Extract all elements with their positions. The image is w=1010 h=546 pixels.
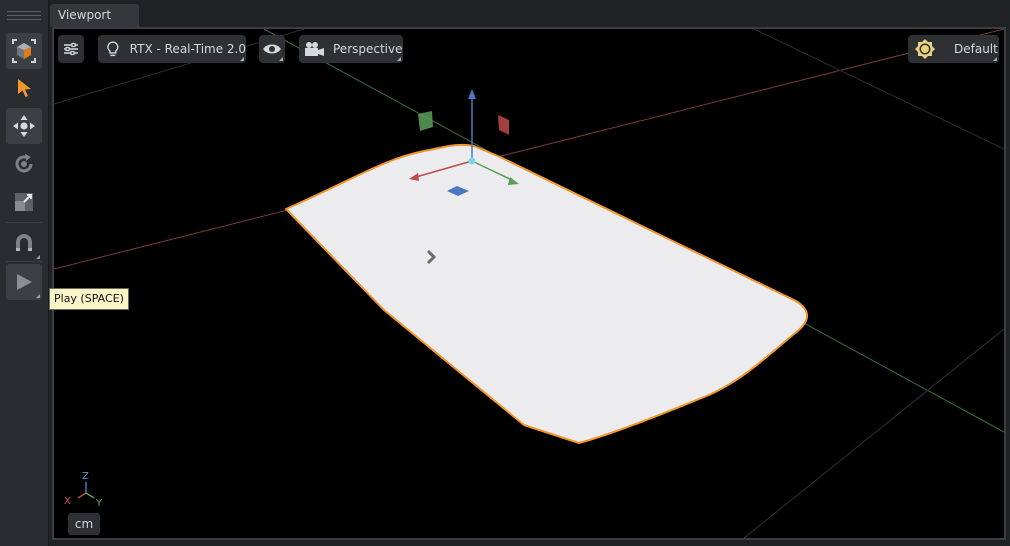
camera-label: Perspective: [333, 42, 403, 56]
tab-bar: Viewport: [49, 0, 1010, 27]
axis-indicator-lines: [77, 482, 95, 499]
move-arrows-icon: [13, 115, 35, 137]
toolbar-separator: [6, 261, 42, 262]
toolbar-separator: [6, 222, 42, 223]
scale-tool-button[interactable]: [6, 184, 42, 220]
dropdown-indicator: [279, 57, 283, 61]
toolbar-grip[interactable]: [7, 19, 41, 20]
rotate-tool-button[interactable]: [6, 146, 42, 182]
camera-icon: [305, 42, 324, 56]
renderer-label: RTX - Real-Time 2.0: [129, 42, 246, 56]
rotate-icon: [15, 154, 33, 173]
dropdown-indicator: [397, 57, 401, 61]
visibility-button[interactable]: [259, 35, 285, 63]
toolbar-grip[interactable]: [7, 11, 41, 12]
snap-button[interactable]: [6, 225, 42, 261]
gizmo-z-arrow[interactable]: [468, 89, 476, 99]
tab-viewport[interactable]: Viewport: [50, 4, 140, 27]
viewport-canvas[interactable]: RTX - Real-Time 2.0 Perspective Default: [52, 27, 1006, 540]
grid-line: [743, 328, 1004, 538]
play-button[interactable]: [6, 264, 42, 300]
scene-view[interactable]: [54, 29, 1004, 538]
axis-label-z: Z: [82, 471, 89, 482]
selected-plane-mesh[interactable]: [285, 143, 808, 444]
axis-label-y: Y: [96, 498, 103, 509]
select-tool-button[interactable]: [6, 70, 42, 106]
cube-select-icon: [12, 39, 36, 63]
magnet-icon: [16, 234, 32, 251]
sliders-icon: [64, 42, 78, 56]
lightbulb-icon: [107, 41, 119, 57]
dropdown-indicator: [36, 294, 40, 298]
axis-indicator: Z X Y: [64, 469, 114, 509]
gizmo-center[interactable]: [468, 157, 476, 165]
dropdown-indicator: [240, 57, 244, 61]
toolbar-grip[interactable]: [7, 15, 41, 16]
eye-icon: [263, 44, 281, 54]
left-toolbar: [0, 0, 49, 546]
dropdown-indicator: [36, 255, 40, 259]
lighting-selector[interactable]: Default: [908, 35, 999, 63]
axis-label-x: X: [64, 496, 71, 507]
camera-selector[interactable]: Perspective: [299, 35, 403, 63]
play-tooltip: Play (SPACE): [49, 288, 129, 310]
lighting-label: Default: [954, 42, 998, 56]
unit-badge[interactable]: cm: [68, 513, 100, 535]
sun-icon: [915, 39, 935, 59]
select-mode-button[interactable]: [6, 33, 42, 69]
gizmo-yz-plane-handle[interactable]: [418, 111, 433, 131]
arrow-pointer-icon: [18, 79, 31, 97]
renderer-selector[interactable]: RTX - Real-Time 2.0: [98, 35, 246, 63]
gizmo-xz-plane-handle[interactable]: [498, 115, 509, 135]
scale-icon: [15, 193, 33, 211]
dropdown-indicator: [993, 57, 997, 61]
viewport-settings-button[interactable]: [58, 35, 84, 63]
move-tool-button[interactable]: [6, 108, 42, 144]
play-icon: [17, 274, 32, 290]
